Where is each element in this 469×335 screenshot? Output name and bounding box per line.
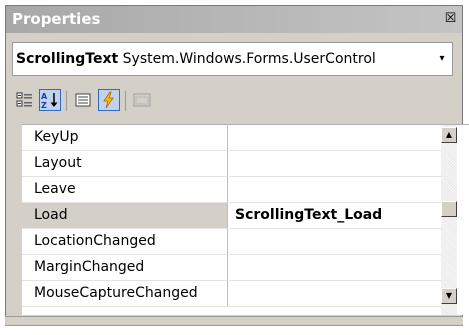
scroll-down-icon[interactable]: ▼: [441, 288, 457, 304]
grid-row[interactable]: Leave: [22, 177, 441, 203]
alphabetical-sort-icon: A Z: [41, 92, 58, 110]
toolbar-separator: [125, 91, 126, 111]
events-lightning-icon: [103, 91, 114, 109]
property-value[interactable]: [229, 281, 441, 307]
property-name: MarginChanged: [22, 255, 228, 281]
property-name: MouseCaptureChanged: [22, 281, 228, 307]
property-name: KeyUp: [22, 125, 228, 151]
svg-text:A: A: [41, 92, 48, 101]
vertical-scrollbar[interactable]: ▲ ▼: [441, 125, 457, 315]
properties-button[interactable]: [72, 89, 94, 111]
property-value[interactable]: [229, 125, 441, 151]
svg-text:Z: Z: [41, 101, 47, 110]
object-name: ScrollingText: [16, 51, 119, 67]
property-name: Load: [22, 203, 228, 229]
property-pages-icon: [133, 93, 151, 107]
scroll-up-icon[interactable]: ▲: [441, 127, 457, 143]
title-bar[interactable]: Properties ☒: [6, 6, 462, 33]
scroll-thumb[interactable]: [441, 201, 457, 218]
property-name: Layout: [22, 151, 228, 177]
description-pane-divider[interactable]: [5, 316, 463, 326]
toolbar: A Z: [12, 86, 453, 120]
window-title: Properties: [12, 10, 101, 28]
grid-row[interactable]: MarginChanged: [22, 255, 441, 281]
alphabetical-button[interactable]: A Z: [39, 89, 61, 111]
property-pages-button[interactable]: [131, 89, 153, 111]
object-type: System.Windows.Forms.UserControl: [122, 51, 376, 67]
grid-row[interactable]: Layout: [22, 151, 441, 177]
categorized-icon: [16, 92, 32, 107]
property-value[interactable]: [229, 177, 441, 203]
close-icon[interactable]: ☒: [443, 11, 458, 26]
grid-row[interactable]: LocationChanged: [22, 229, 441, 255]
property-name: LocationChanged: [22, 229, 228, 255]
grid-row-selected[interactable]: Load ScrollingText_Load: [22, 203, 441, 229]
events-button[interactable]: [98, 89, 120, 111]
property-value[interactable]: [229, 229, 441, 255]
grid-row[interactable]: KeyUp: [22, 125, 441, 151]
property-name: Leave: [22, 177, 228, 203]
toolbar-separator: [66, 91, 67, 111]
properties-icon: [75, 93, 91, 107]
property-value[interactable]: ScrollingText_Load: [229, 203, 441, 229]
object-selector-label: ScrollingText System.Windows.Forms.UserC…: [16, 51, 376, 67]
property-value[interactable]: [229, 255, 441, 281]
property-grid: KeyUp Layout Leave Load ScrollingText_Lo…: [22, 124, 469, 315]
categorized-button[interactable]: [14, 89, 36, 111]
grid-row[interactable]: MouseCaptureChanged: [22, 281, 441, 307]
chevron-down-icon[interactable]: ▾: [432, 43, 452, 75]
property-value[interactable]: [229, 151, 441, 177]
object-selector[interactable]: ScrollingText System.Windows.Forms.UserC…: [12, 42, 453, 76]
